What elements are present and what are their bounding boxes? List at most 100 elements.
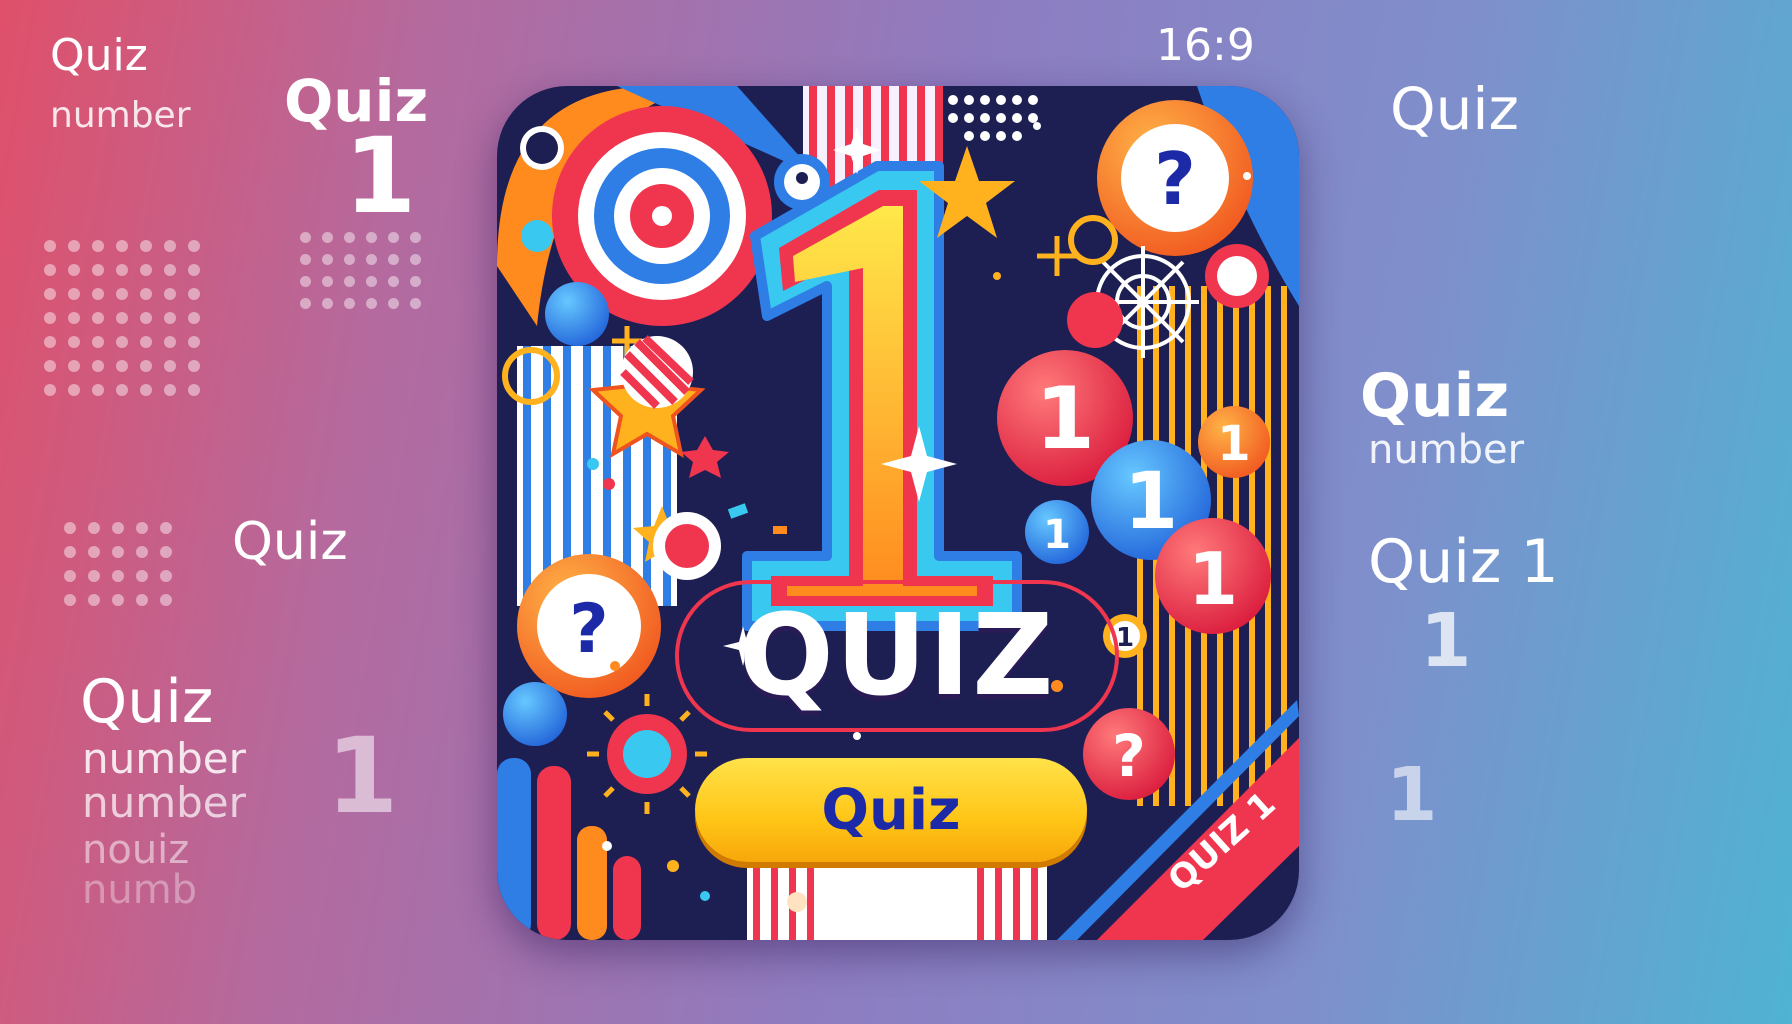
grid-dot <box>88 570 100 582</box>
grid-dot <box>410 298 421 309</box>
grid-dot <box>140 360 152 372</box>
grid-dot <box>344 298 355 309</box>
grid-dot <box>88 546 100 558</box>
grid-dot <box>92 288 104 300</box>
grid-dot <box>344 276 355 287</box>
card-dot-grid <box>948 95 1038 141</box>
svg-text:?: ? <box>1154 137 1196 221</box>
grid-dot <box>188 360 200 372</box>
ring-badge-right <box>1205 244 1269 308</box>
dot-grid-small <box>300 232 430 322</box>
small-ring-badge <box>520 126 564 170</box>
grid-dot <box>116 384 128 396</box>
grid-dot <box>164 312 176 324</box>
grid-dot <box>410 254 421 265</box>
question-badge-top: ? <box>1097 100 1253 256</box>
number-stack-line4: numb <box>82 867 198 913</box>
grid-dot <box>164 240 176 252</box>
blue-ball-left <box>545 282 609 346</box>
grid-dot <box>68 384 80 396</box>
quiz-card: ? ? ? 1 1 1 1 1 1 QUIZ Quiz QUIZ 1 <box>497 86 1299 940</box>
grid-dot <box>68 288 80 300</box>
dot-grid-left <box>44 240 214 410</box>
grid-dot <box>160 594 172 606</box>
grid-dot <box>300 298 311 309</box>
number-stack-line3: nouiz <box>82 827 190 873</box>
grid-dot <box>322 254 333 265</box>
number-one-right-a: 1 <box>1420 598 1472 684</box>
grid-dot <box>140 312 152 324</box>
grid-dot <box>344 232 355 243</box>
grid-dot <box>140 240 152 252</box>
grid-dot <box>112 594 124 606</box>
number-stack-line1: number <box>82 734 246 783</box>
grid-dot <box>88 594 100 606</box>
grid-dot <box>64 570 76 582</box>
question-badge-left: ? <box>517 554 661 698</box>
grid-dot <box>136 546 148 558</box>
grid-dot <box>116 240 128 252</box>
one-balloon-orange: 1 <box>1198 406 1270 478</box>
grid-dot <box>112 570 124 582</box>
grid-dot <box>366 276 377 287</box>
grid-dot <box>160 570 172 582</box>
grid-dot <box>68 312 80 324</box>
svg-text:1: 1 <box>1035 369 1095 469</box>
grid-dot <box>160 522 172 534</box>
grid-dot <box>366 298 377 309</box>
svg-text:1: 1 <box>1217 416 1250 472</box>
grid-dot <box>92 240 104 252</box>
grid-dot <box>44 312 56 324</box>
grid-dot <box>300 254 311 265</box>
grid-dot <box>140 384 152 396</box>
number-label-small: number <box>50 95 191 136</box>
grid-dot <box>366 232 377 243</box>
grid-dot <box>116 360 128 372</box>
number-one-right-b: 1 <box>1386 752 1438 838</box>
grid-dot <box>188 264 200 276</box>
grid-dot <box>300 276 311 287</box>
grid-dot <box>388 254 399 265</box>
grid-dot <box>68 240 80 252</box>
grid-dot <box>68 264 80 276</box>
striped-ball <box>620 335 694 409</box>
grid-dot <box>344 254 355 265</box>
grid-dot <box>410 276 421 287</box>
grid-dot <box>92 312 104 324</box>
quiz-one-label-right: Quiz 1 <box>1368 527 1559 597</box>
svg-text:1: 1 <box>1188 537 1238 621</box>
grid-dot <box>164 336 176 348</box>
grid-dot <box>188 288 200 300</box>
one-balloon-small: 1 <box>1025 500 1089 564</box>
grid-dot <box>188 384 200 396</box>
grid-dot <box>164 264 176 276</box>
grid-dot <box>116 336 128 348</box>
number-one-large: 1 <box>344 115 417 237</box>
grid-dot <box>44 288 56 300</box>
quiz-label-small: Quiz <box>50 30 148 81</box>
grid-dot <box>188 336 200 348</box>
grid-dot <box>160 546 172 558</box>
grid-dot <box>88 522 100 534</box>
grid-dot <box>44 336 56 348</box>
aspect-ratio-label: 16:9 <box>1156 20 1255 71</box>
grid-dot <box>136 522 148 534</box>
grid-dot <box>44 360 56 372</box>
grid-dot <box>140 288 152 300</box>
quiz-label-right-top: Quiz <box>1390 75 1519 143</box>
grid-dot <box>140 264 152 276</box>
blue-ball-bottom <box>503 682 567 746</box>
quiz-stack-title: Quiz <box>80 667 214 737</box>
grid-dot <box>112 546 124 558</box>
grid-dot <box>92 264 104 276</box>
grid-dot <box>188 312 200 324</box>
grid-dot <box>92 336 104 348</box>
grid-dot <box>366 254 377 265</box>
grid-dot <box>388 276 399 287</box>
grid-dot <box>322 276 333 287</box>
grid-dot <box>116 288 128 300</box>
quiz-start-button[interactable]: Quiz <box>695 758 1087 862</box>
grid-dot <box>410 232 421 243</box>
question-badge-bottom: ? <box>1083 708 1175 800</box>
svg-text:?: ? <box>1112 722 1146 790</box>
